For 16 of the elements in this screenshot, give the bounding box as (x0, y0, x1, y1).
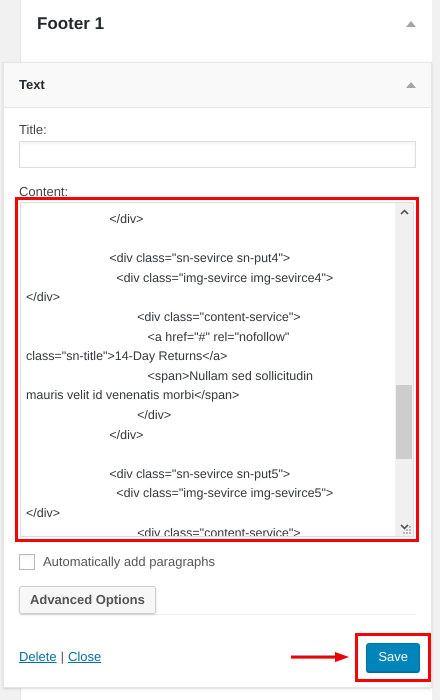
close-link[interactable]: Close (68, 647, 102, 667)
delete-link[interactable]: Delete (19, 647, 57, 667)
save-button[interactable]: Save (366, 642, 420, 672)
widget-header[interactable]: Text (4, 63, 431, 108)
advanced-options-button[interactable]: Advanced Options (19, 586, 156, 614)
link-separator: | (60, 648, 64, 666)
widget-title: Text (19, 76, 45, 94)
checkbox-label: Automatically add paragraphs (43, 553, 215, 571)
collapse-arrow-icon[interactable] (406, 82, 416, 88)
title-input-field[interactable] (19, 141, 416, 168)
collapse-arrow-icon[interactable] (406, 21, 416, 27)
pointer-arrow-drawing (291, 651, 350, 663)
title-label: Title: (19, 121, 48, 139)
sidebar-title: Footer 1 (37, 13, 104, 36)
checkbox[interactable] (19, 554, 35, 570)
content-label: Content: (19, 185, 70, 197)
